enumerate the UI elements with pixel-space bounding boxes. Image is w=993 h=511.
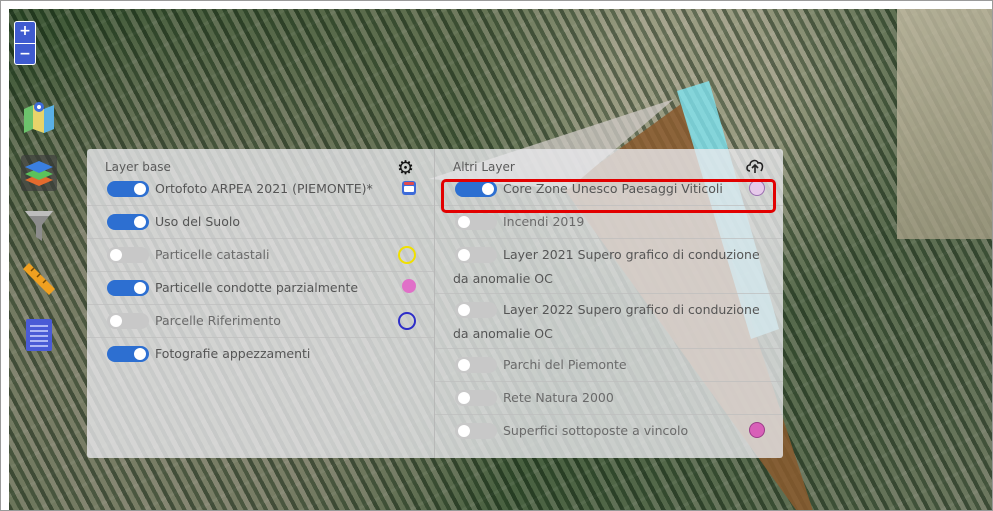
layer-symbol-icon: [398, 246, 416, 264]
layer-label: Rete Natura 2000: [503, 390, 614, 405]
calendar-icon[interactable]: [402, 181, 416, 195]
ruler-icon: [23, 263, 55, 295]
layer-label: Particelle catastali: [155, 247, 270, 262]
layer-toggle[interactable]: [455, 302, 497, 318]
layer-symbol-icon: [749, 422, 765, 438]
cloud-upload-icon[interactable]: [745, 158, 765, 174]
layer-row: Layer 2022 Supero grafico di conduzione …: [435, 294, 783, 349]
layer-symbol-icon: [402, 279, 416, 293]
layer-label: Layer 2022 Supero grafico di conduzione: [503, 302, 760, 317]
base-layers-column: Layer base ⚙ Ortofoto ARPEA 2021 (PIEMON…: [87, 149, 435, 458]
layer-label: Layer 2021 Supero grafico di conduzione: [503, 247, 760, 262]
layer-row: Parchi del Piemonte: [435, 349, 783, 382]
other-layers-title: Altri Layer: [453, 160, 515, 174]
layer-label: Parcelle Riferimento: [155, 313, 281, 328]
zoom-in-button[interactable]: +: [14, 21, 36, 43]
layer-row: Particelle condotte parzialmente: [87, 272, 434, 305]
layer-toggle[interactable]: [455, 214, 497, 230]
layer-label-continued: da anomalie OC: [453, 271, 553, 286]
map-window: + − Layer base ⚙ Ortofoto ARPEA 2021 (PI…: [0, 0, 993, 511]
filter-tool-button[interactable]: [21, 208, 57, 244]
layer-toggle[interactable]: [455, 390, 497, 406]
measure-tool-button[interactable]: [21, 261, 57, 297]
layer-toggle[interactable]: [107, 280, 149, 296]
layer-toggle[interactable]: [107, 247, 149, 263]
layer-toggle[interactable]: [107, 214, 149, 230]
layer-toggle[interactable]: [107, 181, 149, 197]
highlight-box: [441, 179, 776, 213]
layer-label: Ortofoto ARPEA 2021 (PIEMONTE)*: [155, 181, 373, 196]
layer-symbol-icon: [398, 312, 416, 330]
base-layers-header: Layer base ⚙: [87, 149, 434, 179]
list-icon: [26, 319, 52, 351]
layer-row: Layer 2021 Supero grafico di conduzione …: [435, 239, 783, 294]
layer-toggle[interactable]: [455, 357, 497, 373]
layer-label: Fotografie appezzamenti: [155, 346, 311, 361]
layer-label: Superfici sottoposte a vincolo: [503, 423, 689, 438]
layer-toggle[interactable]: [107, 346, 149, 362]
layers-icon: [25, 161, 53, 186]
layer-label: Particelle condotte parzialmente: [155, 280, 359, 295]
layer-row: Superfici sottoposte a vincolo: [435, 415, 783, 447]
layer-toggle[interactable]: [107, 313, 149, 329]
layers-tool-button[interactable]: [21, 155, 57, 191]
zoom-out-button[interactable]: −: [14, 43, 36, 66]
layer-row: Particelle catastali: [87, 239, 434, 272]
layer-row: Fotografie appezzamenti: [87, 338, 434, 370]
layer-row: Ortofoto ARPEA 2021 (PIEMONTE)*: [87, 173, 434, 206]
map-tool-button[interactable]: [21, 99, 57, 135]
layer-row: Uso del Suolo: [87, 206, 434, 239]
layer-label: Uso del Suolo: [155, 214, 240, 229]
layer-label: Incendi 2019: [503, 214, 585, 229]
base-layers-title: Layer base: [105, 160, 171, 174]
list-tool-button[interactable]: [21, 317, 57, 353]
layer-label-continued: da anomalie OC: [453, 326, 553, 341]
filter-icon: [25, 211, 53, 241]
layer-row: Rete Natura 2000: [435, 382, 783, 415]
zoom-control: + −: [14, 21, 36, 65]
layer-label: Parchi del Piemonte: [503, 357, 627, 372]
other-layers-header: Altri Layer: [435, 149, 783, 174]
layer-toggle[interactable]: [455, 423, 497, 439]
layer-toggle[interactable]: [455, 247, 497, 263]
layer-row: Parcelle Riferimento: [87, 305, 434, 338]
map-icon: [24, 102, 54, 133]
